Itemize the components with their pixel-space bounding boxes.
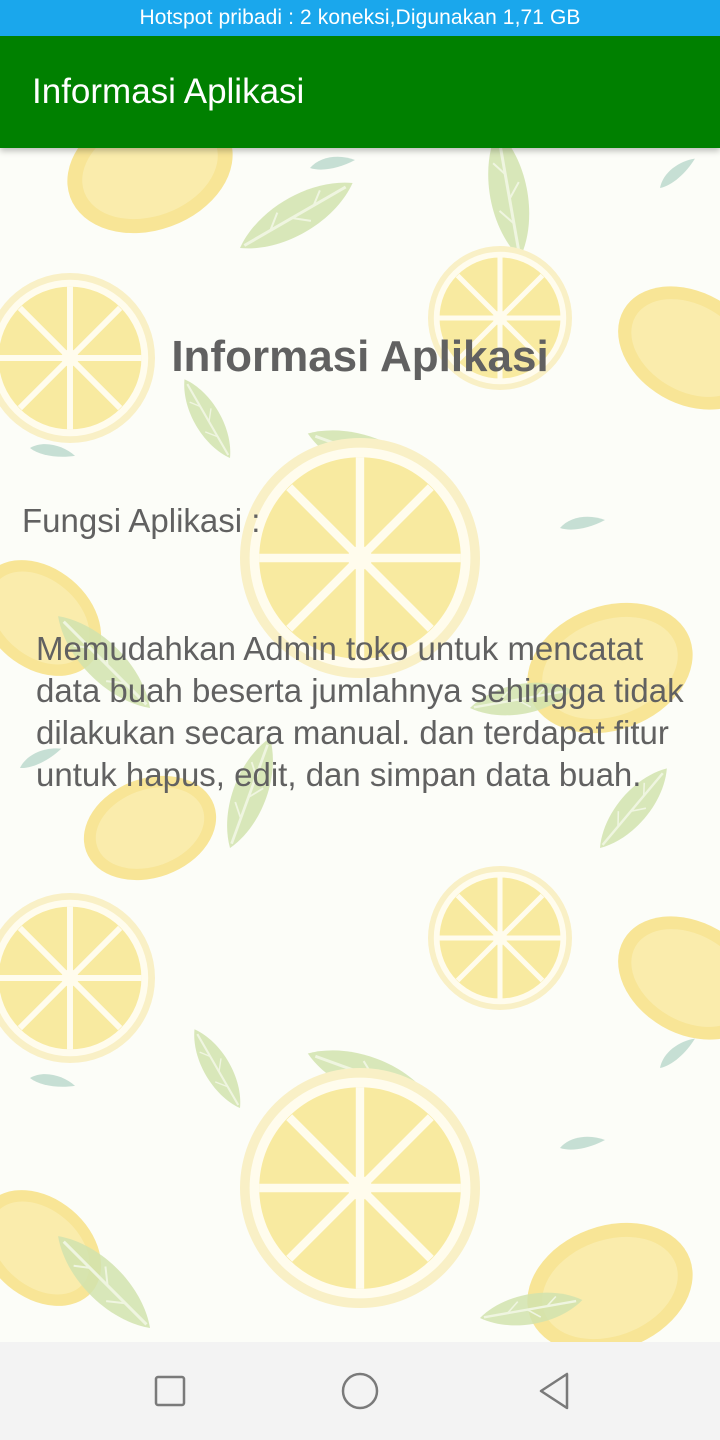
status-bar: Hotspot pribadi : 2 koneksi,Digunakan 1,… [0,0,720,36]
page-heading: Informasi Aplikasi [171,332,549,381]
app-function-description: Memudahkan Admin toko untuk mencatat dat… [36,630,684,793]
back-button[interactable] [529,1366,579,1416]
content-area: Informasi Aplikasi Fungsi Aplikasi : Mem… [0,148,720,1342]
app-bar: Informasi Aplikasi [0,36,720,148]
screen: Hotspot pribadi : 2 koneksi,Digunakan 1,… [0,0,720,1440]
home-button[interactable] [335,1366,385,1416]
recents-button[interactable] [145,1366,195,1416]
system-navigation-bar [0,1342,720,1440]
circle-icon [341,1372,379,1410]
triangle-back-icon [539,1372,569,1410]
app-function-label: Fungsi Aplikasi : [22,502,261,539]
hotspot-status-text: Hotspot pribadi : 2 koneksi,Digunakan 1,… [139,6,581,29]
square-icon [154,1375,186,1407]
app-bar-title: Informasi Aplikasi [32,72,305,111]
